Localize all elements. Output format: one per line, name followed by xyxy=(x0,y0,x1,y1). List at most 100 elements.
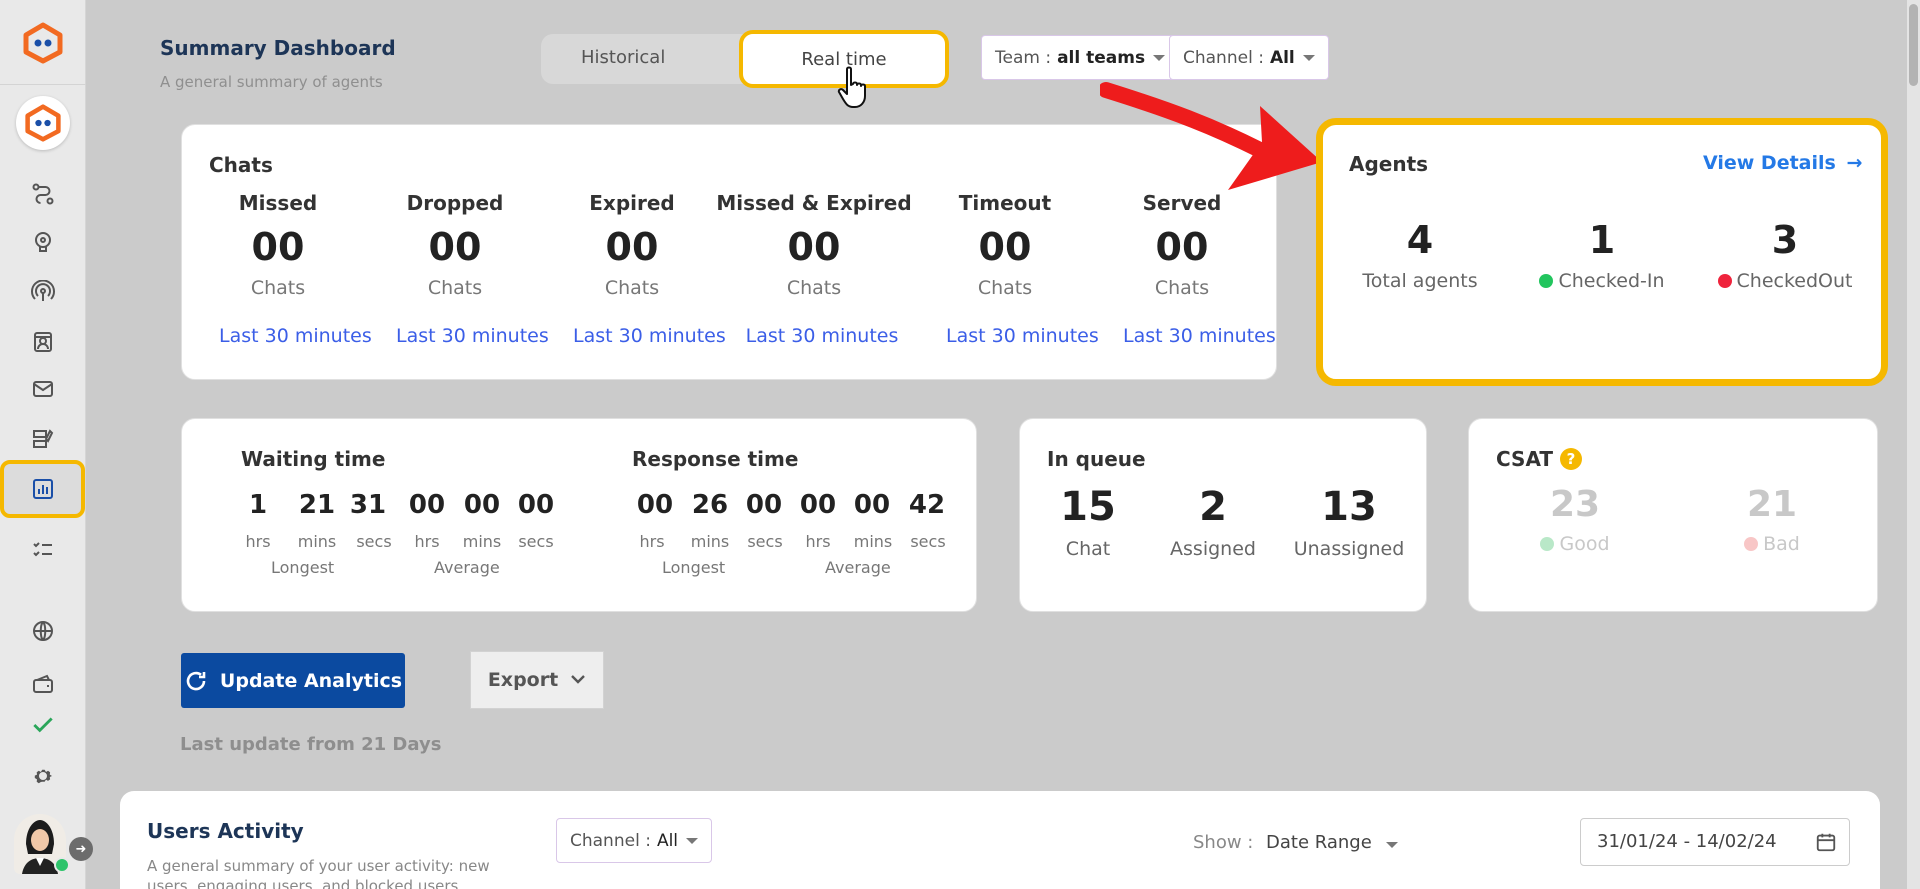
stat-unit: Chats xyxy=(250,277,306,299)
calendar-icon[interactable] xyxy=(1815,831,1837,853)
period-link[interactable]: Last 30 minutes xyxy=(1123,325,1276,347)
chevron-down-icon xyxy=(571,675,586,684)
tasks-icon[interactable] xyxy=(27,533,59,565)
period-link[interactable]: Last 30 minutes xyxy=(396,325,549,347)
csat-bad-label: Bad xyxy=(1763,533,1800,555)
workspace-logo-icon[interactable] xyxy=(16,96,70,150)
view-details-link[interactable]: View Details → xyxy=(1703,152,1862,174)
stat-unit: Chats xyxy=(1154,277,1210,299)
forms-icon[interactable] xyxy=(27,423,59,455)
hand-cursor-icon xyxy=(837,66,866,108)
csat-good-label: Good xyxy=(1559,533,1610,555)
response-unit: mins xyxy=(853,532,893,551)
checkmark-icon[interactable] xyxy=(27,709,59,741)
online-status-dot xyxy=(54,857,70,873)
team-filter-dropdown[interactable]: Team : all teams xyxy=(981,35,1180,80)
status-dot-green xyxy=(1539,274,1554,288)
queue-unassigned-value: 13 xyxy=(1321,484,1377,530)
stat-value: 00 xyxy=(978,225,1032,269)
queue-assigned-value: 2 xyxy=(1199,484,1227,530)
chevron-down-icon xyxy=(1385,842,1398,848)
view-details-label: View Details xyxy=(1703,152,1836,174)
contacts-icon[interactable] xyxy=(27,326,59,358)
response-average-label: Average xyxy=(825,558,891,577)
stat-label: Missed xyxy=(238,191,318,215)
users-activity-card: Users Activity A general summary of your… xyxy=(120,791,1880,889)
sidebar-divider xyxy=(0,84,86,85)
users-activity-subtitle: A general summary of your user activity:… xyxy=(147,857,490,889)
response-value: 00 xyxy=(853,490,891,520)
date-range-input[interactable]: 31/01/24 - 14/02/24 xyxy=(1580,818,1850,866)
waiting-value: 00 xyxy=(408,490,446,520)
scrollbar[interactable] xyxy=(1907,0,1920,889)
date-range-value: 31/01/24 - 14/02/24 xyxy=(1597,831,1777,852)
csat-title: CSAT ? xyxy=(1496,447,1582,471)
routing-icon[interactable] xyxy=(27,178,59,210)
tab-historical[interactable]: Historical xyxy=(581,47,665,68)
queue-assigned-label: Assigned xyxy=(1170,538,1256,560)
waiting-average-label: Average xyxy=(434,558,500,577)
show-range-dropdown[interactable]: Date Range xyxy=(1266,832,1398,853)
update-analytics-button[interactable]: Update Analytics xyxy=(181,653,405,708)
last-update-text: Last update from 21 Days xyxy=(180,734,442,755)
waiting-unit: mins xyxy=(297,532,337,551)
channel-filter-dropdown[interactable]: Channel : All xyxy=(1169,35,1329,80)
csat-good-value: 23 xyxy=(1549,484,1601,525)
waiting-longest-label: Longest xyxy=(271,558,335,577)
chat-stat-missed: Missed 00 Chats Last 30 minutes xyxy=(203,191,372,347)
broadcast-icon[interactable] xyxy=(27,276,59,308)
agents-total-value: 4 xyxy=(1406,218,1434,262)
stat-unit: Chats xyxy=(427,277,483,299)
waiting-value: 31 xyxy=(349,490,387,520)
waiting-value: 00 xyxy=(463,490,501,520)
response-time-title: Response time xyxy=(632,447,799,471)
app-logo-icon[interactable] xyxy=(22,22,64,64)
mail-icon[interactable] xyxy=(27,373,59,405)
annotation-arrow-icon xyxy=(1100,82,1322,190)
globe-icon[interactable] xyxy=(27,615,59,647)
agents-total-label: Total agents xyxy=(1362,270,1478,292)
period-link[interactable]: Last 30 minutes xyxy=(730,325,914,347)
scrollbar-thumb[interactable] xyxy=(1909,4,1918,86)
chevron-down-icon xyxy=(1302,54,1315,61)
waiting-unit: secs xyxy=(518,532,554,551)
response-value: 42 xyxy=(908,490,946,520)
stat-unit: Chats xyxy=(604,277,660,299)
refresh-icon xyxy=(186,671,206,690)
response-value: 00 xyxy=(799,490,837,520)
agents-checked-in-label: Checked-In xyxy=(1558,270,1665,292)
agents-checked-out-label: CheckedOut xyxy=(1736,270,1853,292)
chevron-down-icon xyxy=(1153,54,1166,61)
waiting-value: 00 xyxy=(517,490,555,520)
settings-gear-icon[interactable] xyxy=(27,760,59,792)
response-value: 00 xyxy=(636,490,674,520)
update-analytics-label: Update Analytics xyxy=(219,669,403,692)
page-subtitle: A general summary of agents xyxy=(160,73,383,91)
agents-checked-in-value: 1 xyxy=(1588,218,1616,262)
period-link[interactable]: Last 30 minutes xyxy=(573,325,726,347)
users-channel-dropdown[interactable]: Channel : All xyxy=(556,818,713,863)
show-range-value: Date Range xyxy=(1266,832,1372,853)
queue-assigned: 2 Assigned xyxy=(1148,484,1278,560)
help-question-icon[interactable]: ? xyxy=(1560,448,1582,470)
stat-value: 00 xyxy=(251,225,305,269)
waiting-unit: secs xyxy=(356,532,392,551)
chat-stat-dropped: Dropped 00 Chats Last 30 minutes xyxy=(380,191,549,347)
users-channel-label: Channel : xyxy=(570,830,651,851)
stat-label: Missed & Expired xyxy=(716,191,912,215)
queue-unassigned-label: Unassigned xyxy=(1293,538,1405,560)
reports-icon[interactable] xyxy=(27,473,59,505)
sidebar: ➜ xyxy=(0,0,93,889)
response-value: 00 xyxy=(745,490,783,520)
expand-sidebar-icon[interactable]: ➜ xyxy=(69,837,93,861)
stat-value: 00 xyxy=(1155,225,1209,269)
users-activity-title: Users Activity xyxy=(147,819,304,843)
response-unit: mins xyxy=(690,532,730,551)
period-link[interactable]: Last 30 minutes xyxy=(219,325,372,347)
wallet-icon[interactable] xyxy=(27,668,59,700)
period-link[interactable]: Last 30 minutes xyxy=(946,325,1099,347)
agents-checked-out: 3 CheckedOut xyxy=(1695,218,1875,292)
waiting-unit: hrs xyxy=(414,532,440,551)
export-button[interactable]: Export xyxy=(470,651,604,709)
bot-brain-icon[interactable] xyxy=(27,226,59,258)
